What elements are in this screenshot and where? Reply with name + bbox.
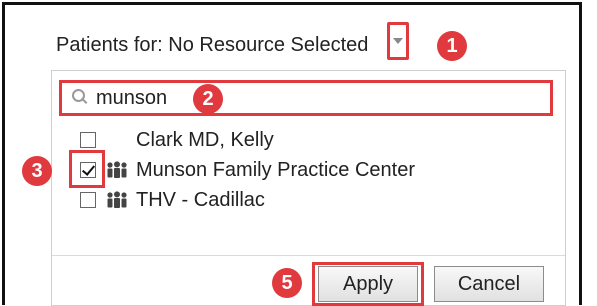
list-item[interactable]: THV - Cadillac (80, 186, 265, 214)
item-label: THV - Cadillac (136, 188, 265, 211)
checkbox-highlight (69, 150, 105, 188)
resource-dropdown-button[interactable] (387, 22, 409, 60)
callout-badge-1: 1 (437, 31, 467, 61)
item-label: Clark MD, Kelly (136, 128, 274, 151)
search-icon (70, 88, 90, 108)
search-value: munson (96, 86, 168, 109)
callout-badge-3: 3 (22, 156, 52, 186)
group-icon (107, 191, 127, 208)
list-item[interactable]: Munson Family Practice Center (80, 156, 415, 184)
callout-badge-5: 5 (272, 268, 302, 298)
list-item[interactable]: Clark MD, Kelly (80, 126, 274, 154)
item-checkbox[interactable] (80, 132, 96, 148)
patients-for-header: Patients for: No Resource Selected (56, 30, 368, 60)
footer-divider (52, 255, 565, 256)
patients-for-label: Patients for: No Resource Selected (56, 33, 369, 56)
item-label: Munson Family Practice Center (136, 158, 415, 181)
callout-badge-2: 2 (193, 84, 223, 114)
apply-button[interactable]: Apply (318, 266, 418, 302)
group-icon (107, 161, 127, 178)
chevron-down-icon (393, 38, 403, 44)
item-checkbox[interactable] (80, 192, 96, 208)
search-input[interactable]: munson (59, 80, 553, 116)
cancel-button[interactable]: Cancel (434, 266, 544, 302)
